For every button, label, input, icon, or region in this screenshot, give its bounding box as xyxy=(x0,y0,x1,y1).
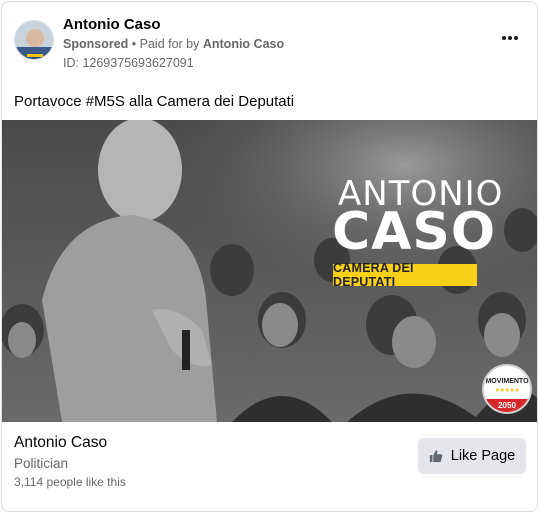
overlay-tagline: CAMERA DEI DEPUTATI xyxy=(333,261,477,289)
ad-id: ID: 1269375693627091 xyxy=(63,56,194,70)
more-dot xyxy=(508,36,512,40)
sponsored-meta: Sponsored • Paid for by Antonio Caso xyxy=(63,37,284,51)
ad-card: Antonio Caso Sponsored • Paid for by Ant… xyxy=(1,1,538,512)
logo-year: 2050 xyxy=(484,399,530,412)
overlay-last-name: CASO xyxy=(332,202,497,262)
ad-image[interactable]: ANTONIO CASO CAMERA DEI DEPUTATI MOVIMEN… xyxy=(2,120,537,422)
post-text: Portavoce #M5S alla Camera dei Deputati xyxy=(14,93,295,110)
meta-separator: • xyxy=(128,37,140,51)
more-dot xyxy=(514,36,519,40)
ad-footer: Antonio Caso Politician 3,114 people lik… xyxy=(2,422,537,511)
logo-text: MOVIMENTO xyxy=(485,378,529,385)
thumbs-up-icon xyxy=(429,449,443,463)
post-header: Antonio Caso Sponsored • Paid for by Ant… xyxy=(2,2,537,82)
like-page-button[interactable]: Like Page xyxy=(418,438,526,474)
logo-stars: ★★★★★ xyxy=(494,388,520,394)
payer-name: Antonio Caso xyxy=(202,37,285,51)
footer-category: Politician xyxy=(14,456,69,471)
footer-page-title[interactable]: Antonio Caso xyxy=(14,434,107,452)
paid-for-label: Paid for by xyxy=(139,37,203,51)
like-page-label: Like Page xyxy=(450,448,516,464)
more-horizontal-icon xyxy=(501,36,506,40)
page-name-link[interactable]: Antonio Caso xyxy=(63,16,161,33)
movimento-logo: MOVIMENTO ★★★★★ 2050 xyxy=(482,364,532,414)
sponsored-label: Sponsored xyxy=(63,37,129,51)
page-avatar[interactable] xyxy=(14,20,54,60)
more-options-button[interactable] xyxy=(497,28,523,48)
footer-likes-count: 3,114 people like this xyxy=(14,475,126,489)
